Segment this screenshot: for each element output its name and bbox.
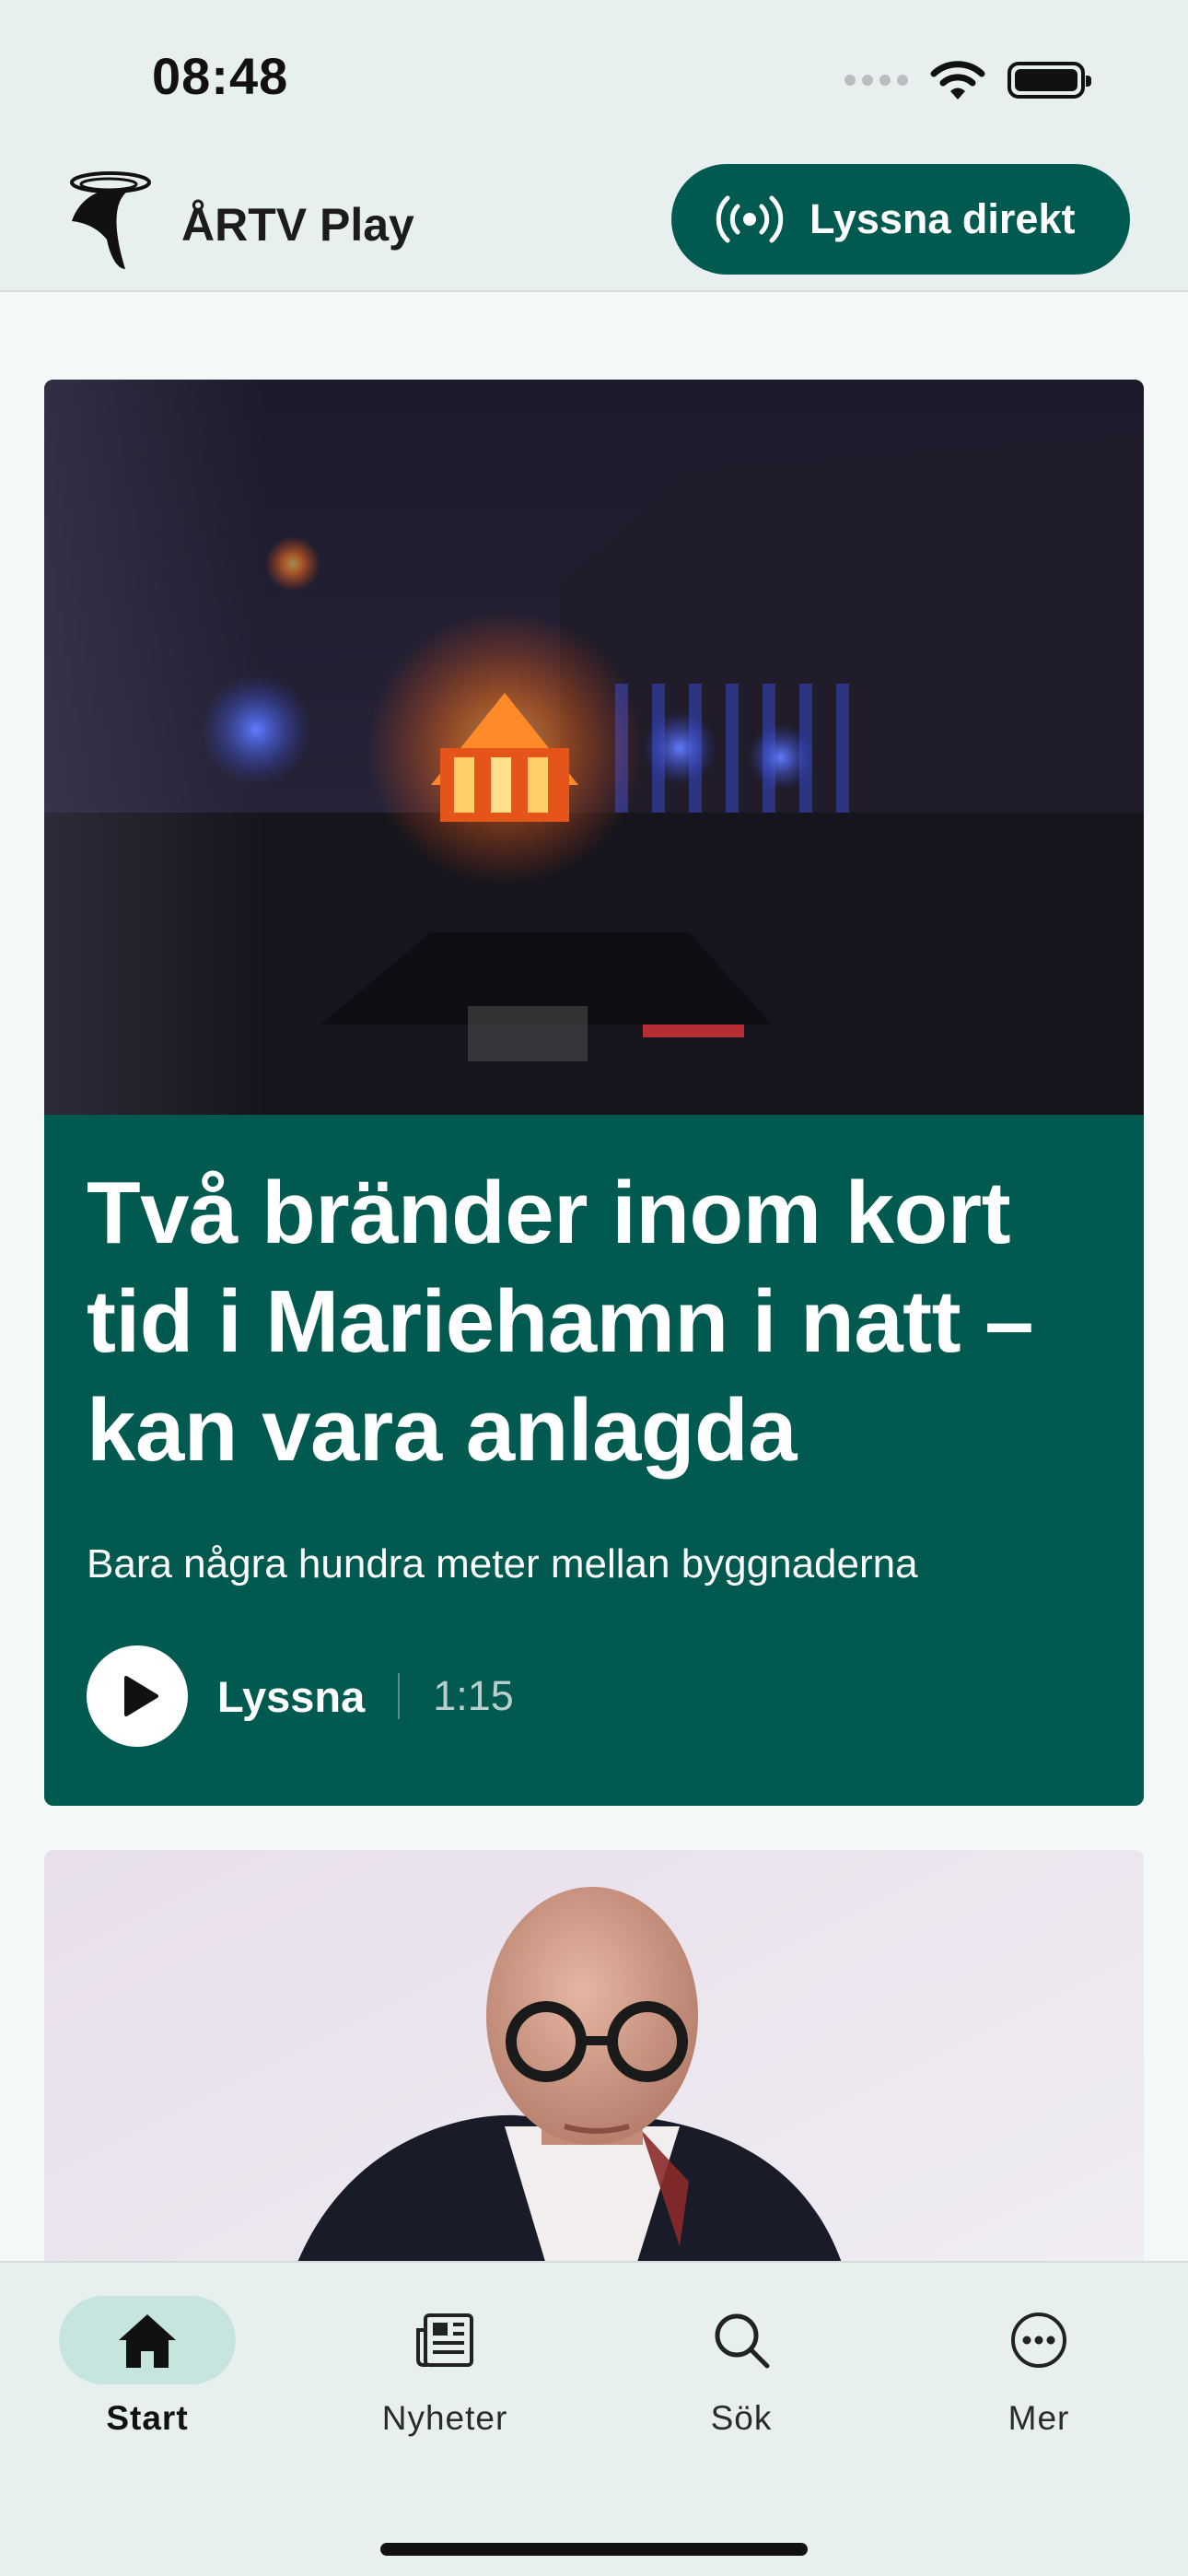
search-icon [715, 2313, 770, 2369]
listen-live-button[interactable]: Lyssna direkt [671, 164, 1130, 275]
feature-article-body: Två bränder inom kort tid i Mariehamn i … [44, 1159, 1144, 1747]
newspaper-icon [416, 2313, 473, 2367]
tab-sok-pill [653, 2296, 830, 2384]
wifi-icon [930, 61, 985, 100]
listen-live-label: Lyssna direkt [809, 195, 1076, 242]
brand-name: ÅRTV Play [181, 199, 414, 251]
tab-nyheter-pill [356, 2296, 533, 2384]
divider [398, 1673, 401, 1719]
cellular-signal-icon [844, 75, 908, 86]
listen-row[interactable]: Lyssna 1:15 [87, 1645, 1101, 1747]
audio-duration: 1:15 [433, 1672, 514, 1719]
tab-mer[interactable]: Mer [928, 2296, 1149, 2443]
tab-nyheter-label: Nyheter [381, 2399, 508, 2437]
tab-start[interactable]: Start [37, 2296, 258, 2443]
bottom-tab-bar: Start Nyheter Sök Mer [0, 2261, 1188, 2576]
tab-start-label: Start [106, 2399, 189, 2437]
tab-mer-pill [950, 2296, 1127, 2384]
battery-icon [1007, 62, 1091, 99]
article-subline: Bara några hundra meter mellan byggnader… [87, 1541, 918, 1587]
tab-sok[interactable]: Sök [631, 2296, 852, 2443]
home-indicator[interactable] [380, 2543, 808, 2556]
app-screen: 08:48 ÅRTV Play Lyssna direkt Två brände… [0, 0, 1188, 2576]
play-icon [124, 1676, 158, 1716]
home-icon [119, 2314, 176, 2368]
listen-label[interactable]: Lyssna [217, 1671, 365, 1722]
tab-nyheter[interactable]: Nyheter [334, 2296, 555, 2443]
tab-start-pill [59, 2296, 236, 2384]
feature-article-card[interactable]: Två bränder inom kort tid i Mariehamn i … [44, 380, 1144, 1806]
top-bar: 08:48 ÅRTV Play Lyssna direkt [0, 0, 1188, 292]
play-button[interactable] [87, 1645, 188, 1747]
status-time: 08:48 [152, 47, 289, 105]
live-radio-icon [716, 195, 784, 243]
tab-sok-label: Sök [710, 2399, 773, 2437]
status-icons [844, 57, 1091, 103]
tab-mer-label: Mer [1007, 2399, 1070, 2437]
article-photo-fire [44, 380, 1144, 1115]
artv-logo-icon [70, 171, 151, 269]
article-headline[interactable]: Två bränder inom kort tid i Mariehamn i … [87, 1159, 1101, 1485]
more-icon [1011, 2313, 1066, 2368]
